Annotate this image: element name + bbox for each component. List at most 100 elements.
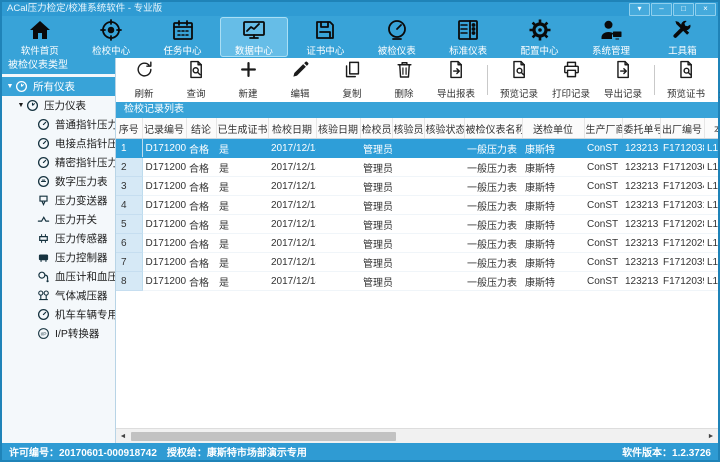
column-header[interactable]: 检校日期	[268, 118, 316, 139]
preview-record-button[interactable]: 预览记录	[493, 60, 545, 100]
column-header[interactable]: 记录编号	[142, 118, 186, 139]
tree-item-label: 电接点指针压力表	[55, 136, 115, 151]
tree-item-pressure-controller[interactable]: 压力控制器	[2, 248, 115, 267]
tree-item-label: 压力传感器	[55, 231, 108, 246]
table-cell: ConST	[584, 234, 622, 253]
export-report-button[interactable]: 导出报表	[430, 60, 482, 100]
tree-item-pressure-switch[interactable]: 压力开关	[2, 210, 115, 229]
controller-icon	[37, 251, 52, 265]
nav-item-label: 配置中心	[521, 43, 559, 57]
column-header[interactable]: 被检仪表名称	[464, 118, 522, 139]
tree-item-pressure-instruments[interactable]: ▼压力仪表	[2, 96, 115, 115]
tree-item-pressure-transmitter[interactable]: 压力变送器	[2, 191, 115, 210]
copy-button[interactable]: 复制	[326, 60, 378, 100]
nav-item-home[interactable]: 软件首页	[6, 17, 73, 57]
tab-calibration-records[interactable]: 检校记录列表	[124, 104, 184, 115]
tree-item-gas-regulator[interactable]: 气体减压器	[2, 286, 115, 305]
column-header[interactable]: 委托单号	[622, 118, 660, 139]
table-row[interactable]: 5D1712005合格是2017/12/14管理员一般压力表康斯特ConST12…	[116, 215, 718, 234]
records-table: 序号记录编号结论已生成证书检校日期核验日期检校员核验员核验状态被检仪表名称送检单…	[116, 118, 718, 291]
tree-item-digital-gauge[interactable]: 数字压力表	[2, 172, 115, 191]
table-cell: 合格	[186, 196, 216, 215]
scrollbar-thumb[interactable]	[131, 432, 396, 441]
table-row[interactable]: 1D1712009合格是2017/12/14管理员一般压力表康斯特ConST12…	[116, 139, 718, 158]
table-row[interactable]: 3D1712007合格是2017/12/14管理员一般压力表康斯特ConST12…	[116, 177, 718, 196]
tree-item-electric-contact-gauge[interactable]: 电接点指针压力表	[2, 134, 115, 153]
delete-button[interactable]: 删除	[378, 60, 430, 100]
tree-item-locomotive-gauge[interactable]: 机车车辆专用压力表	[2, 305, 115, 324]
nav-item-config-center[interactable]: 配置中心	[506, 17, 573, 57]
column-header[interactable]: 核验状态	[424, 118, 464, 139]
gauge-small-icon	[37, 118, 52, 132]
query-button[interactable]: 查询	[170, 60, 222, 100]
close-button[interactable]: ×	[695, 3, 716, 16]
table-cell: ConST	[584, 158, 622, 177]
table-row[interactable]: 7D1712003合格是2017/12/14管理员一般压力表康斯特ConST12…	[116, 253, 718, 272]
tree-item-label: 数字压力表	[55, 174, 108, 189]
tree-item-blood-pressure-meter[interactable]: 血压计和血压表	[2, 267, 115, 286]
ip-converter-icon: I/P	[37, 327, 52, 341]
column-header[interactable]: 本厂编号	[704, 118, 718, 139]
horizontal-scrollbar[interactable]: ◄ ►	[116, 428, 718, 443]
skin-button[interactable]: ▾	[629, 3, 650, 16]
table-row[interactable]: 2D1712008合格是2017/12/14管理员一般压力表康斯特ConST12…	[116, 158, 718, 177]
table-cell: 123213	[622, 177, 660, 196]
column-header[interactable]: 检校员	[360, 118, 392, 139]
transmitter-icon	[37, 194, 52, 208]
nav-item-certificate-center[interactable]: 证书中心	[292, 17, 359, 57]
tree-item-label: 压力开关	[55, 212, 97, 227]
column-header[interactable]: 序号	[116, 118, 142, 139]
generate-certificate-button[interactable]: 生成证书	[712, 60, 720, 100]
edit-button[interactable]: 编辑	[274, 60, 326, 100]
column-header[interactable]: 结论	[186, 118, 216, 139]
sidebar: 被检仪表类型 ▼所有仪表▼压力仪表普通指针压力表电接点指针压力表精密指针压力表数…	[2, 58, 116, 443]
preview-certificate-button[interactable]: 预览证书	[660, 60, 712, 100]
nav-item-tested-instruments[interactable]: 被检仪表	[363, 17, 430, 57]
table-cell	[392, 139, 424, 158]
nav-item-system-management[interactable]: 系统管理	[577, 17, 644, 57]
maximize-button[interactable]: □	[673, 3, 694, 16]
table-row[interactable]: 4D1712006合格是2017/12/14管理员一般压力表康斯特ConST12…	[116, 196, 718, 215]
column-header[interactable]: 送检单位	[522, 118, 584, 139]
tree-item-precision-pointer-gauge[interactable]: 精密指针压力表	[2, 153, 115, 172]
table-cell: 合格	[186, 177, 216, 196]
table-cell: L17	[704, 196, 718, 215]
tree-item-ip-converter[interactable]: I/PI/P转换器	[2, 324, 115, 343]
digital-gauge-icon	[37, 175, 52, 189]
tree-item-ordinary-pointer-gauge[interactable]: 普通指针压力表	[2, 115, 115, 134]
nav-item-data-center[interactable]: 数据中心	[220, 17, 287, 57]
table-cell: 123213	[622, 196, 660, 215]
table-row[interactable]: 8D1712002合格是2017/12/14管理员一般压力表康斯特ConST12…	[116, 272, 718, 291]
nav-item-task-center[interactable]: 任务中心	[149, 17, 216, 57]
print-record-button[interactable]: 打印记录	[545, 60, 597, 100]
table-cell: 康斯特	[522, 234, 584, 253]
scroll-right-icon[interactable]: ►	[704, 433, 718, 440]
table-row[interactable]: 6D1712004合格是2017/12/14管理员一般压力表康斯特ConST12…	[116, 234, 718, 253]
search-doc-icon	[187, 60, 206, 84]
toolbar-separator	[487, 65, 488, 95]
nav-item-calibration-center[interactable]: 检校中心	[77, 17, 144, 57]
minimize-button[interactable]: –	[651, 3, 672, 16]
svg-text:I/P: I/P	[41, 331, 47, 337]
new-button[interactable]: 新建	[222, 60, 274, 100]
expand-arrow-icon[interactable]: ▼	[5, 83, 15, 90]
refresh-button[interactable]: 刷新	[118, 60, 170, 100]
row-number-cell: 1	[116, 139, 142, 158]
records-toolbar: 刷新查询新建编辑复制删除导出报表预览记录打印记录导出记录预览证书生成证书开始检校	[116, 58, 718, 102]
column-header[interactable]: 生产厂商	[584, 118, 622, 139]
table-cell: 123213	[622, 234, 660, 253]
column-header[interactable]: 核验员	[392, 118, 424, 139]
nav-item-standard-instruments[interactable]: 标准仪表	[434, 17, 501, 57]
tree-item-pressure-sensor[interactable]: 压力传感器	[2, 229, 115, 248]
expand-arrow-icon[interactable]: ▼	[16, 102, 26, 109]
scroll-left-icon[interactable]: ◄	[116, 433, 130, 440]
column-header[interactable]: 出厂编号	[660, 118, 704, 139]
table-cell: 是	[216, 215, 268, 234]
tree-item-all-instruments[interactable]: ▼所有仪表	[2, 77, 115, 96]
export-record-button[interactable]: 导出记录	[597, 60, 649, 100]
nav-item-label: 标准仪表	[449, 43, 487, 57]
table-cell	[424, 234, 464, 253]
column-header[interactable]: 已生成证书	[216, 118, 268, 139]
nav-item-toolbox[interactable]: 工具箱	[649, 17, 716, 57]
column-header[interactable]: 核验日期	[316, 118, 360, 139]
